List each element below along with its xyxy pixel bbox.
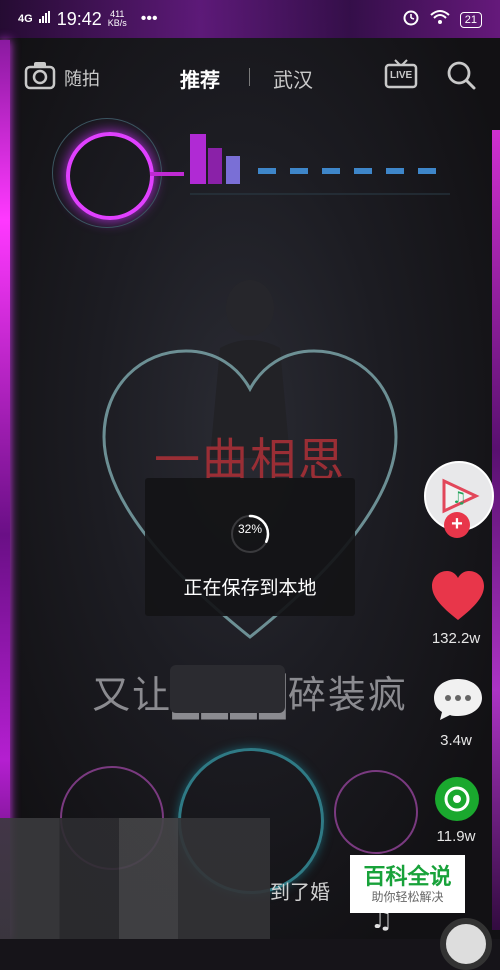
wifi-icon	[430, 9, 450, 30]
signal-icon	[38, 10, 51, 28]
share-count: 11.9w	[436, 828, 476, 845]
tab-divider	[249, 68, 250, 86]
watermark-badge: 百科全说 助你轻松解决	[350, 855, 465, 913]
tab-local-city[interactable]: 武汉	[273, 64, 313, 93]
equalizer-bars	[150, 134, 450, 195]
top-navigation: 随拍 推荐 武汉 LIVE	[0, 56, 500, 96]
comment-icon[interactable]	[432, 676, 484, 727]
comment-count: 3.4w	[440, 732, 472, 749]
video-background[interactable]: 一曲相思 又让████碎装疯 到了婚	[0, 0, 500, 939]
watermark-subtitle: 助你轻松解决	[371, 890, 444, 904]
svg-text:♫: ♫	[452, 488, 466, 507]
camera-icon[interactable]	[24, 60, 56, 95]
like-count: 132.2w	[431, 630, 481, 647]
search-icon[interactable]	[446, 60, 476, 95]
tab-recommended[interactable]: 推荐	[180, 64, 220, 93]
saving-message: 正在保存到本地	[183, 578, 317, 599]
audio-ring-outer	[52, 118, 162, 228]
share-icon[interactable]	[434, 776, 480, 827]
neon-right-border	[492, 130, 500, 930]
progress-percent: 32%	[237, 522, 263, 536]
network-speed: 411 KB/s	[107, 9, 127, 28]
mosaic-region	[0, 818, 270, 939]
like-heart-icon[interactable]	[430, 570, 486, 627]
clock: 19:42	[56, 8, 102, 29]
watermark-title: 百科全说	[363, 864, 452, 889]
save-progress-toast: 32% 正在保存到本地	[145, 478, 355, 616]
snap-shoot-label[interactable]: 随拍	[64, 65, 100, 91]
status-bar: 4G 19:42 411 KB/s ••• 21	[0, 0, 500, 38]
network-type: 4G	[18, 13, 33, 25]
alarm-icon	[402, 8, 420, 31]
battery-indicator: 21	[459, 11, 482, 28]
live-label: LIVE	[390, 70, 413, 81]
bottom-ring-right	[334, 770, 418, 854]
more-dots-icon[interactable]: •••	[141, 10, 158, 28]
music-disc[interactable]	[440, 918, 492, 970]
mosaic-blur	[170, 665, 285, 713]
follow-plus-button[interactable]: +	[444, 512, 470, 538]
